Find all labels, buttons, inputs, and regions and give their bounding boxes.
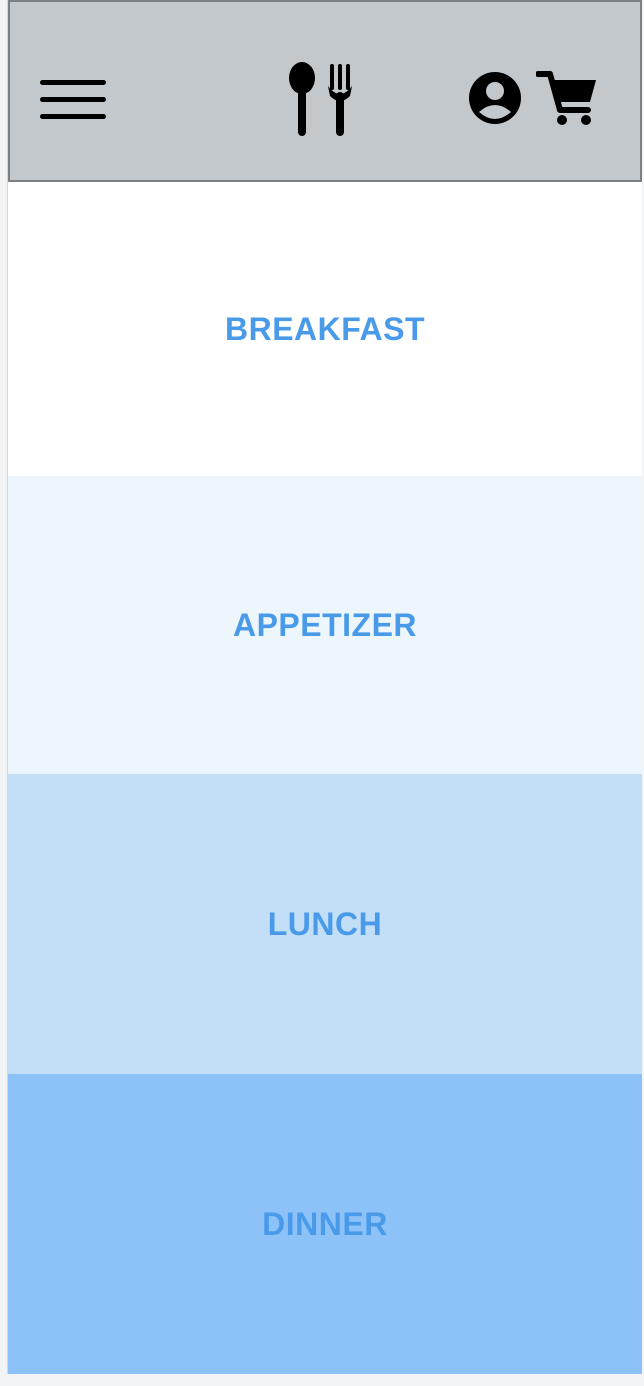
section-label-breakfast: BREAKFAST bbox=[224, 310, 426, 347]
section-appetizer[interactable]: APPETIZER bbox=[8, 476, 642, 774]
section-label-dinner: DINNER bbox=[262, 1205, 388, 1242]
account-button[interactable] bbox=[469, 72, 521, 124]
cart-button[interactable] bbox=[535, 70, 598, 128]
section-label-appetizer: APPETIZER bbox=[232, 606, 418, 643]
spoon-fork-icon bbox=[289, 62, 352, 136]
section-lunch[interactable]: LUNCH bbox=[8, 774, 642, 1074]
shopping-cart-icon bbox=[535, 71, 596, 125]
section-dinner[interactable]: DINNER bbox=[8, 1074, 642, 1374]
section-breakfast[interactable]: BREAKFAST bbox=[8, 182, 642, 476]
section-label-lunch: LUNCH bbox=[267, 905, 383, 942]
restaurant-logo bbox=[288, 62, 358, 138]
top-bar bbox=[8, 0, 642, 182]
account-circle-icon bbox=[469, 72, 521, 124]
hamburger-menu-icon bbox=[40, 80, 106, 119]
menu-button[interactable] bbox=[40, 80, 106, 120]
